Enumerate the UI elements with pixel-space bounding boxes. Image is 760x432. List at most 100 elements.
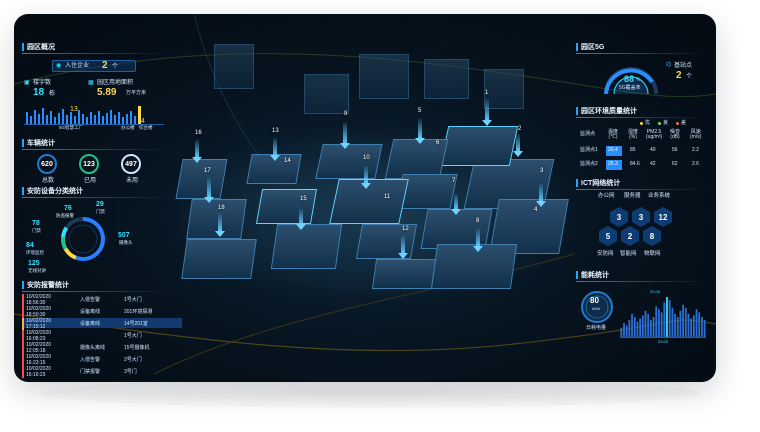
map-pin-17[interactable] — [204, 178, 214, 203]
ict-bottom-label-2: 物联网 — [644, 251, 661, 257]
energy-bar — [666, 297, 668, 337]
env-title: 园区环境质量统计 — [581, 108, 637, 115]
security-donut — [61, 217, 105, 261]
area-unit: 万平方米 — [126, 90, 147, 96]
enterprise-value: 2 — [102, 60, 108, 71]
building-15b[interactable] — [270, 224, 343, 269]
map-pin-5[interactable] — [415, 119, 425, 144]
alarm-severity-bar — [22, 354, 24, 366]
energy-bar — [682, 304, 684, 337]
env-value: 2.2 — [692, 147, 699, 153]
map-marker-17[interactable]: 17 — [204, 168, 211, 174]
map-marker-16[interactable]: 16 — [195, 130, 202, 136]
building-17[interactable] — [175, 159, 228, 199]
map-marker-4[interactable]: 4 — [534, 207, 537, 213]
ict-bottom-label-1: 智能网 — [620, 251, 637, 257]
alarm-type: 设备离线 — [80, 309, 101, 315]
map-pin-10[interactable] — [361, 166, 371, 189]
map-marker-7[interactable]: 7 — [452, 178, 455, 184]
map-pin-13[interactable] — [270, 138, 280, 161]
map-marker-5[interactable]: 5 — [418, 108, 421, 114]
env-value: 62 — [672, 161, 678, 167]
map-pin-1[interactable] — [482, 99, 492, 126]
device-value-2: 78 — [32, 220, 40, 227]
area-value: 5.89 — [97, 87, 117, 98]
table-row[interactable]: 10/02/2020 18:56:30 入侵告警 1号大门 — [22, 294, 182, 306]
building-label: 楼宇数 — [33, 80, 52, 86]
map-marker-10[interactable]: 10 — [363, 155, 370, 161]
security-devices-title: 安防设备分类统计 — [27, 188, 83, 195]
table-row[interactable]: 10/02/2020 16:16:23 门禁报警 3号门 — [22, 366, 182, 378]
energy-bar — [687, 313, 690, 337]
alarm-place: 15号摄像机 — [124, 345, 150, 351]
map-marker-9[interactable]: 9 — [344, 111, 347, 117]
area-label: 园区用地面积 — [97, 80, 134, 86]
building-18b[interactable] — [181, 239, 257, 279]
energy-bar — [633, 317, 636, 337]
map-marker-1[interactable]: 1 — [485, 90, 488, 96]
energy-x-label: 20:00 — [658, 339, 669, 344]
map-marker-8[interactable]: 8 — [476, 218, 479, 224]
map-marker-3[interactable]: 3 — [540, 168, 543, 174]
energy-chart-axis — [620, 337, 706, 338]
energy-bar — [660, 312, 663, 337]
table-row[interactable]: 10/02/2020 16:08:23 1号大门 — [22, 330, 182, 342]
table-row[interactable]: 10/02/2020 12:05:18 摄像头离线 15号摄像机 — [22, 342, 182, 354]
map-pin-9[interactable] — [340, 122, 350, 149]
map-marker-12[interactable]: 12 — [402, 226, 409, 232]
energy-bar — [690, 318, 693, 337]
map-marker-2[interactable]: 2 — [518, 126, 521, 132]
energy-bar — [701, 317, 703, 337]
map-pin-4[interactable] — [536, 184, 546, 207]
alarm-place: 1号大门 — [124, 333, 142, 339]
energy-bar — [649, 320, 652, 337]
table-row[interactable]: 监测点1 20.4 85 40 56 2.2 — [578, 145, 708, 157]
map-marker-15[interactable]: 15 — [300, 196, 307, 202]
table-row[interactable]: 10/02/2020 16:23:15 入侵告警 2号大门 — [22, 354, 182, 366]
map-pin-2[interactable] — [513, 134, 523, 157]
map-pin-18[interactable] — [215, 214, 225, 237]
table-row[interactable]: 监测点2 25.3 84.6 42 62 2.6 — [578, 159, 708, 171]
map-marker-13[interactable]: 13 — [272, 128, 279, 134]
energy-gauge-label: 日耗电量 — [586, 325, 607, 331]
energy-bar — [695, 309, 698, 337]
antenna-icon: ⌬ — [666, 62, 672, 68]
device-value-1: 29 — [96, 201, 104, 208]
device-label-4: 无线对讲 — [28, 268, 46, 273]
device-label-3: 环境监控 — [26, 250, 44, 255]
device-label-2: 门禁 — [32, 228, 41, 233]
building-8[interactable] — [420, 209, 493, 249]
map-pin-8[interactable] — [473, 229, 483, 252]
alarm-severity-bar — [22, 294, 24, 306]
table-row[interactable]: 10/02/2020 18:50:30 设备离线 201环境探测 — [22, 306, 182, 318]
dashboard-frame: 1 2 3 4 5 6 7 8 9 10 11 12 13 14 15 16 1… — [14, 14, 716, 382]
map-pin-12[interactable] — [398, 236, 408, 259]
map-marker-14[interactable]: 14 — [284, 158, 291, 164]
building-9[interactable] — [315, 144, 383, 179]
env-value: 25.3 — [608, 161, 618, 167]
energy-bar — [623, 323, 625, 337]
legend-medium: 良 — [663, 120, 669, 126]
map-marker-18[interactable]: 18 — [218, 205, 225, 211]
map-pin-16[interactable] — [192, 140, 202, 163]
city-block — [304, 74, 349, 114]
energy-bar — [644, 310, 647, 337]
park-overview-title: 园区概况 — [27, 44, 55, 51]
device-value-5: 507 — [118, 232, 130, 239]
security-devices-header: 安防设备分类统计 — [22, 186, 172, 198]
g5-header: 园区5G — [576, 42, 708, 54]
building-1[interactable] — [439, 126, 519, 166]
map-pin-15[interactable] — [296, 209, 306, 230]
ict-header: ICT网络统计 — [576, 178, 708, 190]
map-marker-11[interactable]: 11 — [384, 194, 390, 200]
energy-bar — [631, 313, 633, 337]
table-row-selected[interactable]: 10/02/2020 17:15:12 设备离线 14号201室 — [22, 318, 182, 330]
map-marker-6[interactable]: 6 — [436, 140, 439, 146]
vehicle-title: 车辆统计 — [27, 140, 55, 147]
city-block — [359, 54, 409, 99]
enterprise-label: 入住企业 — [65, 63, 90, 69]
map-pin-7[interactable] — [451, 194, 461, 215]
env-header-5: 风速 (m/s) — [690, 129, 702, 140]
building-12b[interactable] — [371, 259, 437, 289]
building-15[interactable] — [255, 189, 318, 224]
